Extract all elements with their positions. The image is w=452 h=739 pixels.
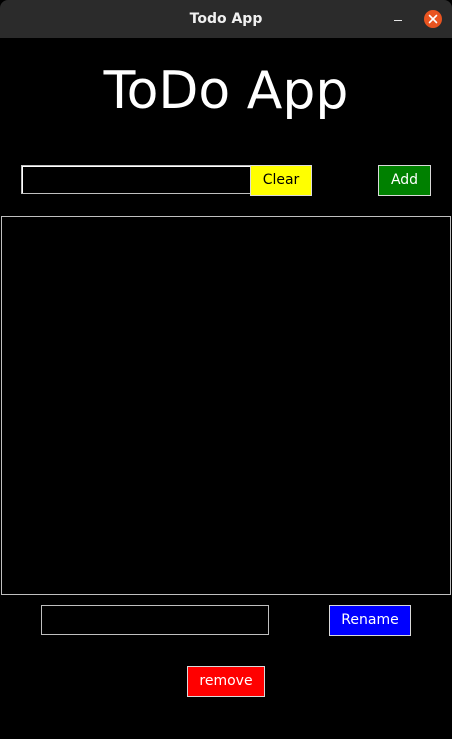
close-icon: [428, 14, 438, 24]
close-button[interactable]: [424, 10, 442, 28]
app-heading: ToDo App: [103, 61, 349, 121]
rename-input[interactable]: [41, 605, 269, 635]
add-button[interactable]: Add: [378, 165, 431, 196]
window-title: Todo App: [189, 11, 263, 27]
remove-button[interactable]: remove: [187, 666, 265, 697]
window-titlebar[interactable]: Todo App: [0, 0, 452, 38]
rename-button[interactable]: Rename: [329, 605, 411, 636]
todo-listbox[interactable]: [1, 216, 451, 595]
minimize-icon: [394, 20, 402, 21]
clear-button[interactable]: Clear: [250, 165, 312, 196]
minimize-button[interactable]: [386, 10, 410, 28]
todo-input[interactable]: [21, 165, 253, 194]
